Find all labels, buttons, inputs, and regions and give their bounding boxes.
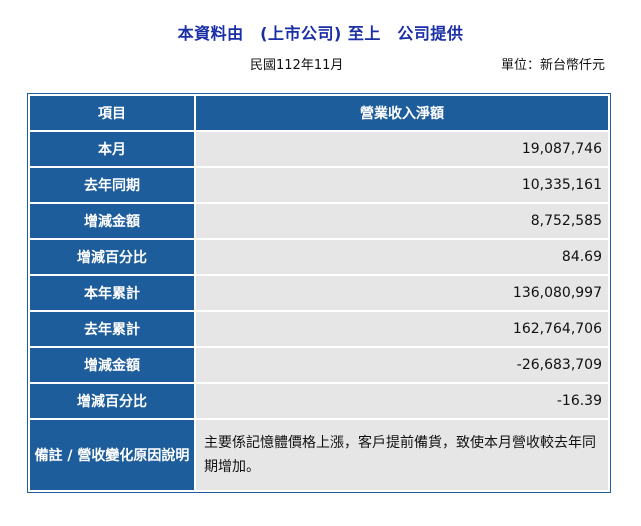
table-row: 增減金額 -26,683,709 [28,346,610,384]
currency-unit: 單位：新台幣仟元 [500,58,605,73]
row-value: 136,080,997 [194,274,610,312]
row-label: 本月 [28,130,196,168]
row-label: 本年累計 [28,274,196,312]
revenue-table: 項目 營業收入淨額 本月 19,087,746 去年同期 10,335,161 … [27,93,611,493]
row-value: 19,087,746 [194,130,610,168]
row-value: -16.39 [194,382,610,420]
row-value: 84.69 [194,238,610,276]
note-label: 備註 / 營收變化原因說明 [28,418,196,492]
table-row: 增減百分比 -16.39 [28,382,610,420]
row-label: 增減金額 [28,202,196,240]
column-header-net-revenue: 營業收入淨額 [194,94,610,132]
row-value: 162,764,706 [194,310,610,348]
table-row: 本月 19,087,746 [28,130,610,168]
row-value: 10,335,161 [194,166,610,204]
report-date: 民國112年11月 [250,58,344,73]
column-header-item: 項目 [28,94,196,132]
row-label: 去年同期 [28,166,196,204]
note-row: 備註 / 營收變化原因說明 主要係記憶體價格上漲，客戶提前備貨，致使本月營收較去… [28,418,610,492]
row-value: -26,683,709 [194,346,610,384]
page-title: 本資料由 (上市公司) 至上 公司提供 [177,24,464,43]
row-value: 8,752,585 [194,202,610,240]
table-header-row: 項目 營業收入淨額 [28,94,610,132]
table-row: 去年累計 162,764,706 [28,310,610,348]
row-label: 增減百分比 [28,238,196,276]
note-text: 主要係記憶體價格上漲，客戶提前備貨，致使本月營收較去年同期增加。 [194,418,610,492]
row-label: 去年累計 [28,310,196,348]
table-row: 增減百分比 84.69 [28,238,610,276]
row-label: 增減金額 [28,346,196,384]
row-label: 增減百分比 [28,382,196,420]
table-row: 本年累計 136,080,997 [28,274,610,312]
table-row: 去年同期 10,335,161 [28,166,610,204]
table-row: 增減金額 8,752,585 [28,202,610,240]
